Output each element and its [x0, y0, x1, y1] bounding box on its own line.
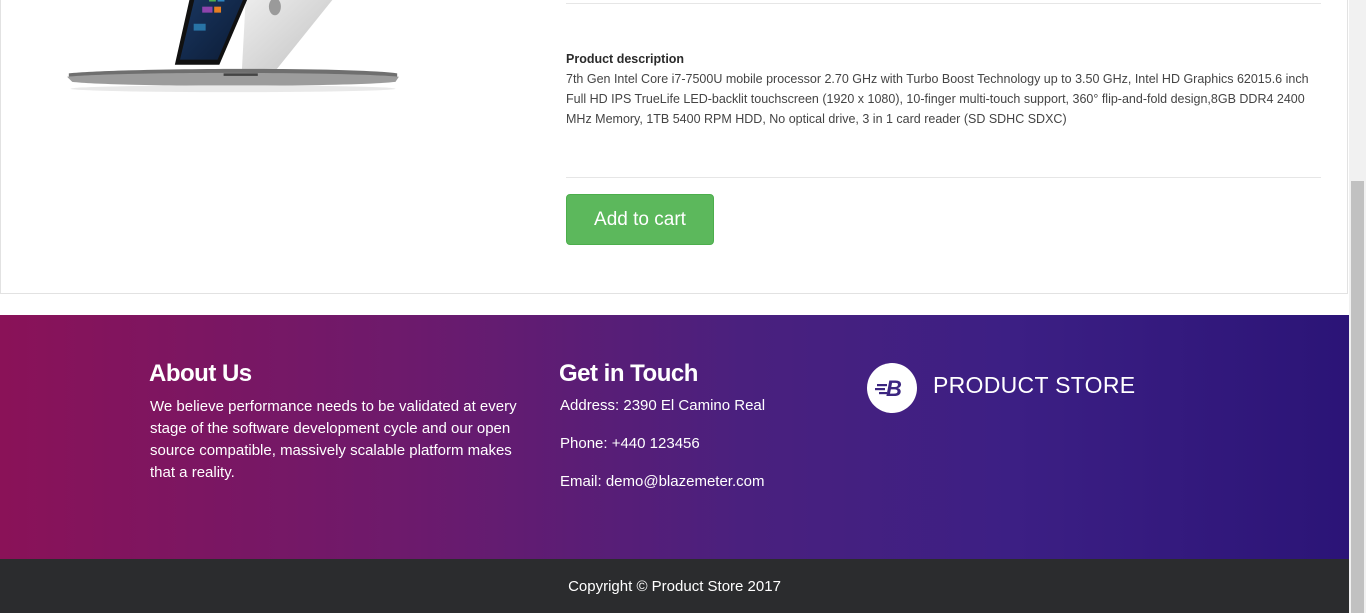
get-in-touch-title: Get in Touch — [559, 360, 698, 387]
top-divider — [566, 3, 1321, 4]
copyright-bar: Copyright © Product Store 2017 — [0, 559, 1349, 613]
about-us-title: About Us — [149, 360, 252, 387]
scrollbar-thumb[interactable] — [1351, 181, 1364, 613]
product-panel: Product description 7th Gen Intel Core i… — [0, 0, 1348, 294]
copyright-text: Copyright © Product Store 2017 — [568, 577, 781, 595]
footer: About Us We believe performance needs to… — [0, 315, 1349, 559]
page: Product description 7th Gen Intel Core i… — [0, 0, 1349, 613]
contact-email: Email: demo@blazemeter.com — [560, 473, 765, 490]
bottom-divider — [566, 177, 1321, 178]
brand-name: PRODUCT STORE — [933, 372, 1136, 398]
description-title: Product description — [566, 52, 685, 66]
blazemeter-b-icon: B — [867, 363, 917, 413]
about-us-text: We believe performance needs to be valid… — [150, 398, 517, 481]
product-image — [67, 0, 399, 93]
contact-phone: Phone: +440 123456 — [560, 435, 700, 452]
contact-address: Address: 2390 El Camino Real — [560, 397, 766, 414]
svg-text:B: B — [886, 376, 902, 401]
description-text: 7th Gen Intel Core i7-7500U mobile proce… — [566, 72, 1309, 126]
add-to-cart-button[interactable]: Add to cart — [566, 194, 714, 245]
